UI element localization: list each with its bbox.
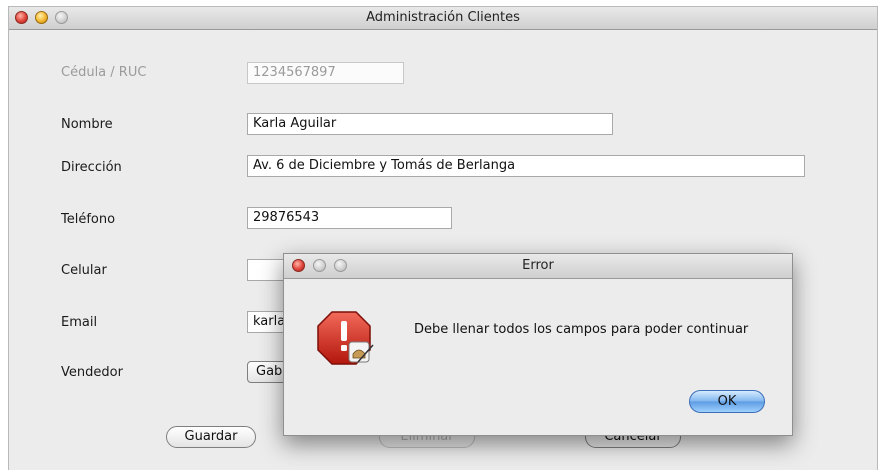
- guardar-button[interactable]: Guardar: [166, 426, 256, 448]
- cedula-field: 1234567897: [247, 62, 404, 84]
- window-title: Administración Clientes: [366, 10, 520, 25]
- direccion-label: Dirección: [61, 160, 122, 175]
- dialog-message: Debe llenar todos los campos para poder …: [414, 322, 749, 337]
- email-label: Email: [61, 315, 98, 330]
- cedula-label: Cédula / RUC: [61, 65, 147, 80]
- celular-label: Celular: [61, 263, 107, 278]
- dialog-titlebar: Error: [284, 254, 792, 279]
- telefono-label: Teléfono: [61, 212, 116, 227]
- ok-button[interactable]: OK: [689, 390, 765, 413]
- dialog-title: Error: [522, 258, 554, 273]
- error-dialog: Error Debe llenar todos los campos para …: [283, 253, 793, 436]
- stop-warning-icon: [316, 308, 376, 368]
- nombre-field[interactable]: Karla Aguilar: [247, 113, 613, 135]
- vendedor-label: Vendedor: [61, 365, 123, 380]
- direccion-field[interactable]: Av. 6 de Diciembre y Tomás de Berlanga: [247, 155, 805, 177]
- nombre-label: Nombre: [61, 117, 113, 132]
- window-titlebar: Administración Clientes: [9, 7, 877, 30]
- telefono-field[interactable]: 29876543: [247, 207, 452, 229]
